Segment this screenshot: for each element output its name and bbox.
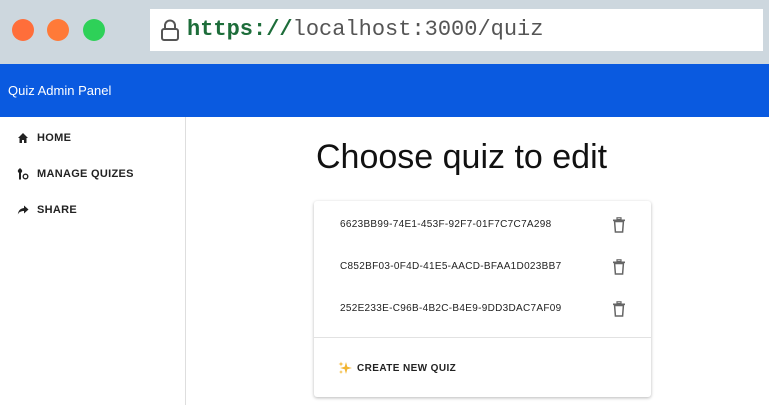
manage-icon [17, 168, 29, 180]
sidebar-item-home[interactable]: HOME [0, 123, 185, 153]
sidebar-item-label: MANAGE QUIZES [37, 168, 134, 180]
sidebar: HOME MANAGE QUIZES SHARE [0, 117, 186, 405]
app-title: Quiz Admin Panel [8, 83, 112, 98]
page-title: Choose quiz to edit [316, 138, 608, 176]
quiz-id: C852BF03-0F4D-41E5-AACD-BFAA1D023BB7 [340, 261, 562, 272]
close-window-button[interactable] [12, 19, 34, 41]
minimize-window-button[interactable] [47, 19, 69, 41]
share-arrow-icon [17, 205, 29, 215]
address-bar[interactable]: https://localhost:3000/quiz [150, 9, 763, 51]
lock-icon [161, 19, 179, 41]
quiz-list-item[interactable]: C852BF03-0F4D-41E5-AACD-BFAA1D023BB7 [314, 247, 651, 289]
home-icon [18, 133, 28, 143]
url-scheme: https:// [187, 17, 293, 42]
quiz-list-item[interactable]: 6623BB99-74E1-453F-92F7-01F7C7C7A298 [314, 205, 651, 247]
browser-chrome: https://localhost:3000/quiz [0, 0, 769, 64]
sidebar-item-label: HOME [37, 132, 72, 144]
sidebar-item-manage-quizes[interactable]: MANAGE QUIZES [0, 159, 185, 189]
sidebar-item-share[interactable]: SHARE [0, 195, 185, 225]
sidebar-item-label: SHARE [37, 204, 78, 216]
quiz-id: 252E233E-C96B-4B2C-B4E9-9DD3DAC7AF09 [340, 303, 562, 314]
sparkle-icon [338, 361, 352, 374]
delete-trash-icon[interactable] [612, 301, 626, 317]
app-bar: Quiz Admin Panel [0, 64, 769, 117]
delete-trash-icon[interactable] [612, 217, 626, 233]
divider [314, 337, 651, 338]
maximize-window-button[interactable] [83, 19, 105, 41]
quiz-list-item[interactable]: 252E233E-C96B-4B2C-B4E9-9DD3DAC7AF09 [314, 289, 651, 331]
quiz-id: 6623BB99-74E1-453F-92F7-01F7C7C7A298 [340, 219, 552, 230]
quiz-list-card: 6623BB99-74E1-453F-92F7-01F7C7C7A298 C85… [314, 201, 651, 397]
url-text: https://localhost:3000/quiz [187, 18, 543, 42]
url-path: localhost:3000/quiz [292, 17, 544, 42]
create-new-quiz-label: CREATE NEW QUIZ [357, 363, 457, 374]
delete-trash-icon[interactable] [612, 259, 626, 275]
